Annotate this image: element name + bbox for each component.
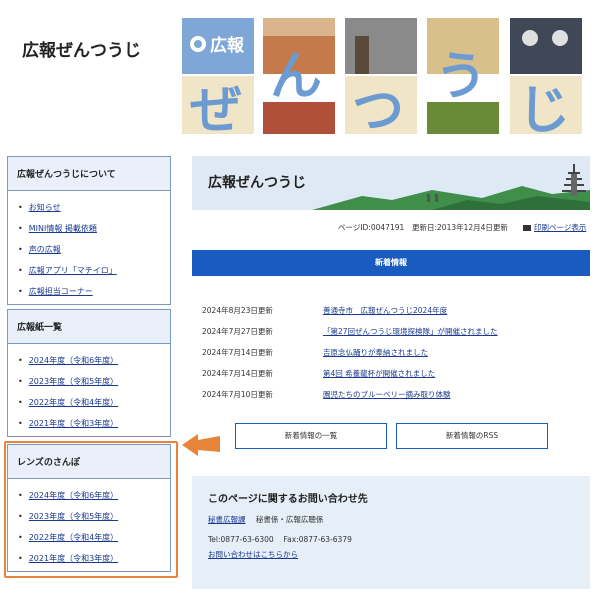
news-item: 2024年7月10日更新 園児たちのブルーベリー摘み取り体験 [202, 384, 582, 405]
print-link[interactable]: 印刷ページ表示 [523, 222, 586, 233]
highlight-frame [4, 441, 178, 578]
sidebar-issues: 広報紙一覧 2024年度（令和6年度） 2023年度（令和5年度） 2022年度… [7, 309, 171, 437]
news-date: 2024年7月27日更新 [202, 327, 273, 336]
contact-title: このページに関するお問い合わせ先 [208, 494, 368, 505]
sidebar-about-heading: 広報ぜんつうじについて [8, 157, 170, 191]
news-date: 2024年7月14日更新 [202, 369, 273, 378]
sidebar-item-issues-2024[interactable]: 2024年度（令和6年度） [18, 350, 170, 371]
banner-char-n: ん [270, 47, 322, 107]
header-banner: 広報 ぜ ん つ う じ [180, 16, 585, 136]
contact-dept-link[interactable]: 秘書広報課 [208, 515, 246, 524]
news-list-button[interactable]: 新着情報の一覧 [235, 423, 387, 449]
news-link[interactable]: 吉原念仏踊りが奉納されました [323, 342, 428, 363]
sidebar-issues-heading: 広報紙一覧 [8, 310, 170, 344]
banner-char-u: う [435, 47, 487, 107]
banner-logo-text: 広報 [210, 35, 245, 56]
contact-box: このページに関するお問い合わせ先 秘書広報課 秘書係・広報広聴係 Tel:087… [192, 476, 590, 589]
pagoda-icon [562, 164, 586, 196]
news-item: 2024年7月14日更新 第4回 希養龍杯が開催されました [202, 363, 582, 384]
printer-icon [523, 225, 531, 231]
news-link[interactable]: 園児たちのブルーベリー摘み取り体験 [323, 384, 451, 405]
news-link[interactable]: 第4回 希養龍杯が開催されました [323, 363, 435, 384]
site-title: 広報ぜんつうじ [22, 41, 141, 61]
news-link[interactable]: 善通寺市 広報ぜんつうじ2024年度 [323, 300, 447, 321]
arrow-left-icon [182, 434, 220, 456]
contact-section: 秘書係・広報広聴係 [255, 515, 324, 524]
sidebar-item-app[interactable]: 広報アプリ「マチイロ」 [18, 260, 170, 281]
news-rss-button[interactable]: 新着情報のRSS [396, 423, 548, 449]
news-date: 2024年8月23日更新 [202, 306, 273, 315]
page-title-banner: 広報ぜんつうじ [192, 156, 590, 210]
sidebar-item-mini-info[interactable]: MINI情報 掲載依頼 [18, 218, 170, 239]
sidebar-item-issues-2023[interactable]: 2023年度（令和5年度） [18, 371, 170, 392]
sidebar-item-staff-corner[interactable]: 広報担当コーナー [18, 281, 170, 302]
contact-tel: Tel:0877-63-6300 Fax:0877-63-6379 [208, 535, 352, 544]
sidebar-item-issues-2022[interactable]: 2022年度（令和4年度） [18, 392, 170, 413]
page-id: ページID:0047191 [338, 223, 405, 232]
contact-form-link[interactable]: お問い合わせはこちらから [208, 549, 298, 560]
banner-photo-firefighters [510, 18, 582, 74]
news-date: 2024年7月14日更新 [202, 348, 273, 357]
sidebar-item-notices[interactable]: お知らせ [18, 197, 170, 218]
landscape-illustration [312, 164, 590, 210]
banner-char-ji: じ [518, 81, 570, 136]
sidebar-item-voice[interactable]: 声の広報 [18, 239, 170, 260]
news-list: 2024年8月23日更新 善通寺市 広報ぜんつうじ2024年度 2024年7月2… [202, 300, 582, 405]
contact-dept: 秘書広報課 秘書係・広報広聴係 [208, 514, 323, 525]
banner-char-tsu: つ [352, 81, 404, 136]
sidebar-item-issues-2021[interactable]: 2021年度（令和3年度） [18, 413, 170, 434]
news-item: 2024年7月14日更新 吉原念仏踊りが奉納されました [202, 342, 582, 363]
banner-char-ze: ぜ [190, 81, 242, 136]
news-item: 2024年7月27日更新 「第27回ぜんつうじ環境探検隊」が開催されました [202, 321, 582, 342]
news-item: 2024年8月23日更新 善通寺市 広報ぜんつうじ2024年度 [202, 300, 582, 321]
news-link[interactable]: 「第27回ぜんつうじ環境探検隊」が開催されました [323, 321, 498, 342]
news-date: 2024年7月10日更新 [202, 390, 273, 399]
sidebar-about: 広報ぜんつうじについて お知らせ MINI情報 掲載依頼 声の広報 広報アプリ「… [7, 156, 171, 305]
updated-date: 更新日:2013年12月4日更新 [412, 223, 508, 232]
new-info-heading: 新着情報 [192, 250, 590, 276]
